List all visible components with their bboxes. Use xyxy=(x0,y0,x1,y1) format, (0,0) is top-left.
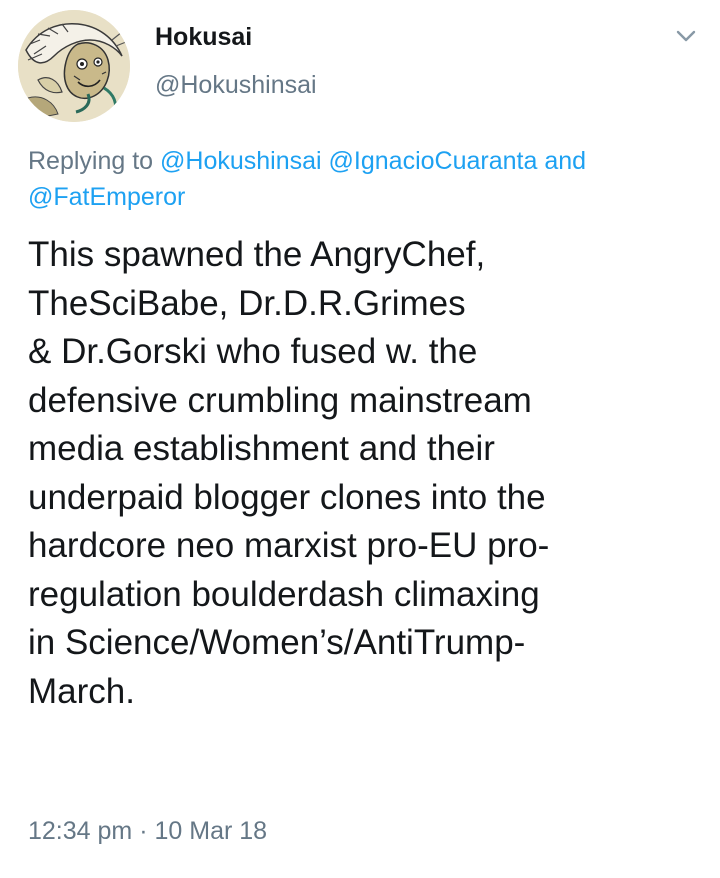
tweet-text: This spawned the AngryChef, TheSciBabe, … xyxy=(28,231,708,716)
tweet-timestamp[interactable]: 12:34 pm · 10 Mar 18 xyxy=(28,815,267,847)
chevron-down-icon[interactable] xyxy=(672,22,700,50)
tweet-text-line: This spawned the AngryChef, xyxy=(28,235,486,274)
replying-prefix: Replying to xyxy=(28,147,154,175)
mention-link[interactable]: @Hokushinsai xyxy=(160,147,322,175)
mention-link[interactable]: @FatEmperor xyxy=(28,183,185,211)
tweet-detail: Hokusai @Hokushinsai Replying to @Hokush… xyxy=(0,0,720,878)
tweet-text-line: defensive crumbling mainstream xyxy=(28,380,532,420)
author-display-name[interactable]: Hokusai xyxy=(155,22,252,52)
tweet-text-line: regulation boulderdash climaxing xyxy=(28,574,540,614)
mention-link-and[interactable]: and xyxy=(544,147,586,175)
tweet-text-line: in Science/Women’s/AntiTrump- xyxy=(28,623,526,662)
tweet-text-line: & Dr.Gorski who fused w. the xyxy=(28,332,478,371)
tweet-text-line: March. xyxy=(28,671,135,711)
avatar-illustration xyxy=(18,10,130,122)
avatar[interactable] xyxy=(18,10,130,122)
timestamp-separator: · xyxy=(139,817,148,845)
author-handle[interactable]: @Hokushinsai xyxy=(155,70,317,100)
tweet-date: 10 Mar 18 xyxy=(154,817,268,845)
tweet-time: 12:34 pm xyxy=(28,817,133,845)
tweet-text-line: media establishment and their xyxy=(28,429,495,468)
replying-to: Replying to @Hokushinsai @IgnacioCuarant… xyxy=(28,143,708,215)
tweet-text-line: hardcore neo marxist pro-EU pro- xyxy=(28,526,550,565)
tweet-text-line: underpaid blogger clones into the xyxy=(28,477,546,517)
tweet-text-line: TheSciBabe, Dr.D.R.Grimes xyxy=(28,283,466,323)
mention-link[interactable]: @IgnacioCuaranta xyxy=(329,147,538,175)
